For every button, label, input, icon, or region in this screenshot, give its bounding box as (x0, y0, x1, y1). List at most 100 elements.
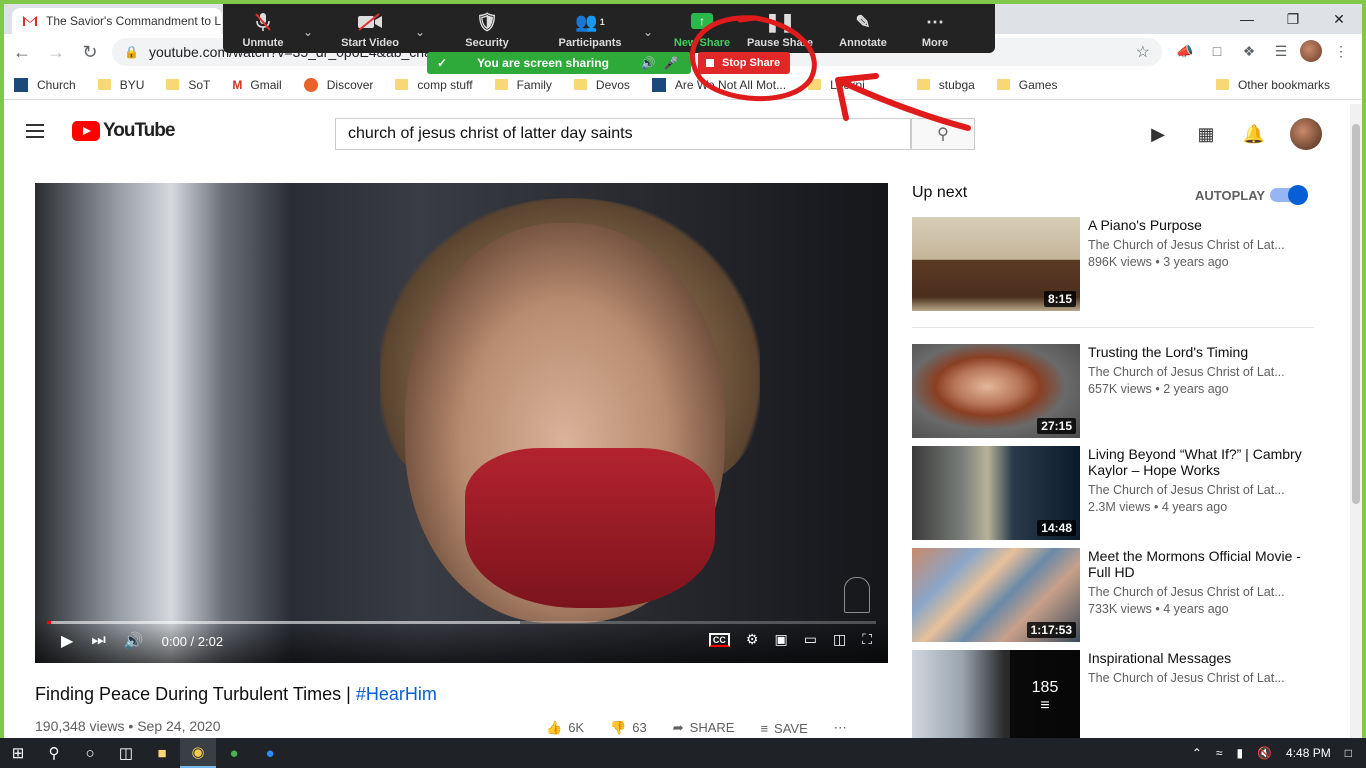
video-options-caret-icon[interactable]: ⌄ (415, 4, 437, 53)
hashtag-link[interactable]: #HearHim (356, 684, 437, 704)
apps-grid-icon[interactable]: ▦ (1194, 122, 1218, 146)
profile-avatar[interactable] (1300, 40, 1322, 62)
bookmark-family[interactable]: Family (494, 78, 552, 92)
page-scrollbar[interactable] (1350, 104, 1362, 738)
bookmark-lockpi[interactable]: Lockpi (808, 78, 865, 92)
puzzle-icon[interactable]: ❖ (1236, 38, 1262, 64)
bookmark-are-we-not-all[interactable]: Are We Not All Mot... (651, 77, 786, 92)
reload-icon[interactable]: ↻ (74, 36, 106, 68)
close-icon[interactable]: ✕ (1316, 4, 1362, 34)
new-share-button[interactable]: ↑ New Share (669, 4, 735, 53)
recommendation-item[interactable]: 27:15 Trusting the Lord's Timing The Chur… (912, 344, 1312, 438)
minimize-icon[interactable]: — (1224, 4, 1270, 34)
recommendation-item[interactable]: 1:17:53 Meet the Mormons Official Movie … (912, 548, 1312, 642)
dislike-button[interactable]: 👎 63 (610, 720, 647, 736)
stop-share-button[interactable]: Stop Share (698, 52, 790, 74)
other-bookmarks[interactable]: Other bookmarks (1215, 78, 1330, 92)
app-green-icon[interactable]: ● (216, 738, 252, 768)
user-avatar[interactable] (1290, 118, 1322, 150)
fullscreen-icon[interactable]: ⛶ (862, 631, 872, 648)
participants-button[interactable]: 👥 1 Participants (537, 4, 643, 53)
megaphone-icon[interactable]: 📣 (1172, 38, 1198, 64)
start-video-button[interactable]: Start Video (325, 4, 415, 53)
extension-book-icon[interactable]: □ (1204, 38, 1230, 64)
search-button[interactable]: ⚲ (911, 118, 975, 150)
media-icon[interactable]: ☰ (1268, 38, 1294, 64)
share-button[interactable]: ➦ SHARE (673, 720, 735, 736)
miniplayer-icon[interactable]: ▣ (774, 631, 787, 648)
task-view-icon[interactable]: ◫ (108, 738, 144, 768)
bookmark-discover[interactable]: Discover (303, 77, 373, 92)
video-actions: 👍 6K 👎 63 ➦ SHARE ≡ SAVE ⋯ (546, 720, 847, 736)
search-input[interactable]: church of jesus christ of latter day sai… (335, 118, 911, 150)
video-thumbnail[interactable]: 8:15 (912, 217, 1080, 311)
next-icon[interactable]: ⏭ (91, 632, 105, 650)
wifi-icon[interactable]: ≈ (1216, 746, 1223, 760)
volume-icon[interactable]: 🔊 (124, 631, 144, 651)
more-button[interactable]: ⋯ More (901, 4, 969, 53)
participants-caret-icon[interactable]: ⌄ (643, 4, 669, 53)
share-arrow-icon: ➦ (672, 720, 684, 735)
bookmark-comp-stuff[interactable]: comp stuff (395, 78, 473, 92)
settings-gear-icon[interactable]: ⚙ (746, 631, 759, 648)
notifications-icon[interactable]: □ (1345, 746, 1352, 760)
clock[interactable]: 4:48 PM (1286, 746, 1331, 760)
battery-icon[interactable]: ▮ (1236, 746, 1243, 760)
theater-mode-icon[interactable]: ▭ (804, 631, 817, 648)
unmute-button[interactable]: Unmute (223, 4, 303, 53)
progress-bar[interactable] (47, 621, 876, 624)
recommendation-item[interactable]: 8:15 A Piano's Purpose The Church of Jesu… (912, 217, 1312, 311)
back-icon[interactable]: ← (6, 36, 38, 68)
volume-muted-icon[interactable]: 🔇 (1257, 746, 1272, 760)
participants-icon: 👥 1 (575, 11, 605, 32)
hamburger-menu-icon[interactable] (26, 124, 44, 138)
cast-icon[interactable]: ◫ (833, 631, 846, 648)
pause-share-button[interactable]: ❚❚ Pause Share (735, 4, 825, 53)
bookmark-stubga[interactable]: stubga (916, 78, 975, 92)
bookmark-church[interactable]: Church (14, 77, 76, 92)
tray-chevron-icon[interactable]: ⌃ (1192, 746, 1202, 760)
played-bar (47, 621, 51, 624)
pencil-icon: ✎ (855, 11, 871, 32)
youtube-header: YouTube church of jesus christ of latter… (4, 104, 1362, 160)
captions-icon[interactable]: CC (708, 632, 730, 647)
bookmark-devos[interactable]: Devos (573, 78, 630, 92)
file-explorer-icon[interactable]: ■ (144, 738, 180, 768)
sharing-audio-icon[interactable]: 🔊 (641, 56, 656, 70)
annotate-button[interactable]: ✎ Annotate (825, 4, 901, 53)
browser-tab[interactable]: The Savior's Commandment to L (12, 8, 222, 34)
folder-icon (916, 79, 930, 90)
video-thumbnail[interactable]: 27:15 (912, 344, 1080, 438)
zoom-app-icon[interactable]: ● (252, 738, 288, 768)
bookmark-sot[interactable]: SoT (166, 78, 210, 92)
forward-icon[interactable]: → (40, 36, 72, 68)
play-icon[interactable]: ▶ (61, 631, 73, 651)
autoplay-toggle[interactable] (1270, 185, 1308, 205)
search-icon[interactable]: ⚲ (36, 738, 72, 768)
recommendation-item[interactable]: 14:48 Living Beyond “What If?” | Cambry … (912, 446, 1312, 540)
menu-dots-icon[interactable]: ⋮ (1328, 38, 1354, 64)
save-button[interactable]: ≡ SAVE (760, 721, 807, 736)
chrome-icon[interactable]: ◉ (180, 738, 216, 768)
bookmark-gmail[interactable]: M Gmail (232, 78, 281, 92)
create-video-icon[interactable]: ▶ (1146, 122, 1170, 146)
sharing-mic-icon[interactable]: 🎤 (664, 56, 679, 70)
recommendation-item[interactable]: 185 ≡ Inspirational Messages The Church of… (912, 650, 1312, 738)
audio-options-caret-icon[interactable]: ⌄ (303, 4, 325, 53)
bookmark-star-icon[interactable]: ☆ (1136, 42, 1150, 62)
more-actions-icon[interactable]: ⋯ (834, 720, 847, 736)
header-actions: ▶ ▦ 🔔 (1146, 118, 1322, 150)
video-player[interactable]: ▶ ⏭ 🔊 0:00 / 2:02 CC ⚙ ▣ ▭ ◫ ⛶ (35, 183, 888, 663)
maximize-icon[interactable]: ❐ (1270, 4, 1316, 34)
youtube-logo[interactable]: YouTube (72, 120, 175, 142)
playlist-thumbnail[interactable]: 185 ≡ (912, 650, 1080, 738)
windows-start-icon[interactable]: ⊞ (0, 738, 36, 768)
like-button[interactable]: 👍 6K (546, 720, 584, 736)
cortana-icon[interactable]: ○ (72, 738, 108, 768)
video-thumbnail[interactable]: 14:48 (912, 446, 1080, 540)
video-thumbnail[interactable]: 1:17:53 (912, 548, 1080, 642)
bookmark-games[interactable]: Games (996, 78, 1057, 92)
notifications-bell-icon[interactable]: 🔔 (1242, 122, 1266, 146)
bookmark-byu[interactable]: BYU (97, 78, 144, 92)
security-button[interactable]: 🛡 Security (437, 4, 537, 53)
